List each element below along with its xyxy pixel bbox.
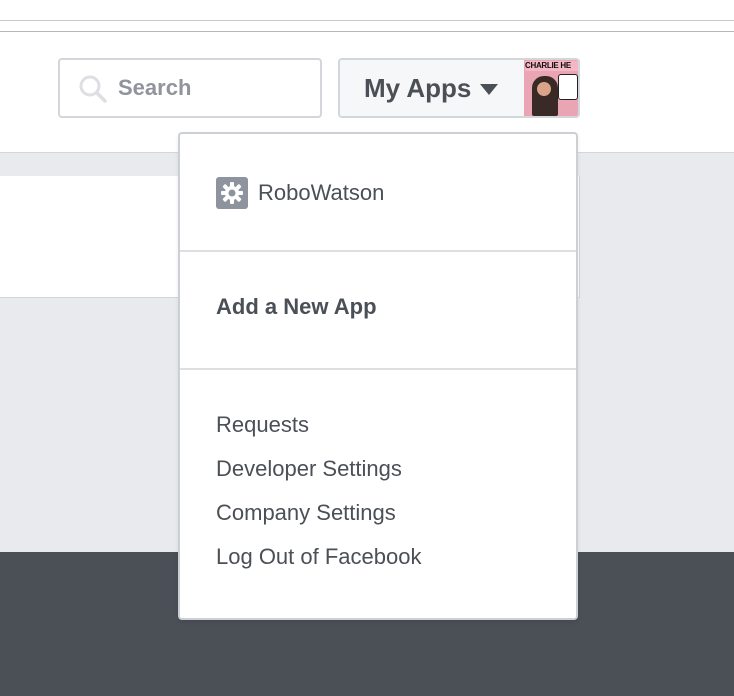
developer-settings-link[interactable]: Developer Settings	[216, 456, 402, 482]
my-apps-button[interactable]: My Apps CHARLIE HE	[338, 58, 580, 118]
my-apps-label: My Apps	[364, 73, 472, 103]
company-settings-link[interactable]: Company Settings	[216, 500, 396, 526]
my-apps-dropdown: RoboWatson Add a New App Requests Develo…	[178, 132, 578, 620]
menu-divider	[180, 368, 576, 370]
gear-icon	[216, 177, 248, 209]
app-item-robowatson[interactable]: RoboWatson	[216, 176, 384, 210]
avatar-face	[537, 82, 551, 96]
browser-chrome-strip	[0, 0, 734, 32]
avatar-speech-bubble	[558, 74, 578, 100]
search-icon	[79, 75, 107, 103]
avatar-text: CHARLIE HE	[525, 61, 578, 71]
add-new-app-link[interactable]: Add a New App	[216, 294, 377, 320]
menu-divider	[180, 250, 576, 252]
browser-divider	[0, 20, 734, 21]
requests-link[interactable]: Requests	[216, 412, 309, 438]
avatar[interactable]: CHARLIE HE	[524, 60, 578, 116]
search-input[interactable]	[118, 72, 308, 104]
log-out-link[interactable]: Log Out of Facebook	[216, 544, 421, 570]
search-box[interactable]	[58, 58, 322, 118]
caret-down-icon	[480, 84, 498, 95]
app-name: RoboWatson	[258, 180, 385, 205]
